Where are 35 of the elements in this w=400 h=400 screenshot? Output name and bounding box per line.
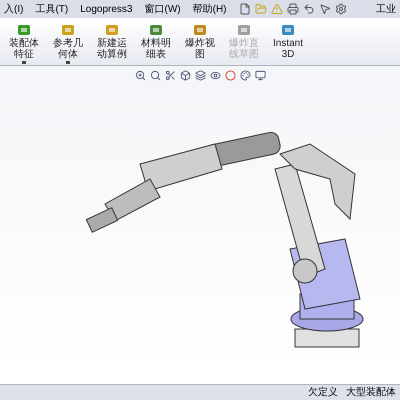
menu-item[interactable]: Logopress3 <box>80 2 132 16</box>
layers-icon[interactable] <box>194 70 206 81</box>
palette-icon[interactable] <box>240 70 250 81</box>
undo-icon[interactable] <box>302 3 314 15</box>
tool-icon <box>148 22 164 38</box>
monitor-icon[interactable] <box>254 70 266 81</box>
status-text: 欠定义 <box>308 386 338 400</box>
toolbar-button[interactable]: 爆炸视图 <box>180 22 220 60</box>
status-text: 大型装配体 <box>346 386 396 400</box>
toolbar-button[interactable]: 材料明细表 <box>136 22 176 60</box>
select-icon[interactable] <box>318 3 330 15</box>
toolbar-button[interactable]: Instant3D <box>268 22 308 60</box>
section-icon[interactable] <box>164 70 176 81</box>
cube-icon[interactable] <box>180 70 190 81</box>
toolbar-button[interactable]: 参考几何体 <box>48 22 88 64</box>
zoom-icon[interactable] <box>134 70 146 81</box>
search-icon[interactable] <box>150 70 160 81</box>
menu-item[interactable]: 窗口(W) <box>144 2 181 16</box>
tool-icon <box>60 22 76 38</box>
tool-icon <box>236 22 252 38</box>
eye-icon[interactable] <box>210 70 220 81</box>
menu-item[interactable]: 帮助(H) <box>192 2 226 16</box>
menu-item[interactable]: 入(I) <box>4 2 24 16</box>
print-icon[interactable] <box>286 3 298 15</box>
tool-icon <box>104 22 120 38</box>
menu-item[interactable]: 工具(T) <box>35 2 68 16</box>
toolbar-button[interactable]: 装配体特征 <box>4 22 44 64</box>
sphere-icon[interactable] <box>224 70 236 81</box>
tool-icon <box>192 22 208 38</box>
window-title: 工业 <box>376 2 396 16</box>
tool-icon <box>280 22 296 38</box>
new-file-icon[interactable] <box>238 3 250 15</box>
toolbar-button[interactable]: 新建运动算例 <box>92 22 132 60</box>
settings-icon[interactable] <box>334 3 346 15</box>
tool-icon <box>16 22 32 38</box>
